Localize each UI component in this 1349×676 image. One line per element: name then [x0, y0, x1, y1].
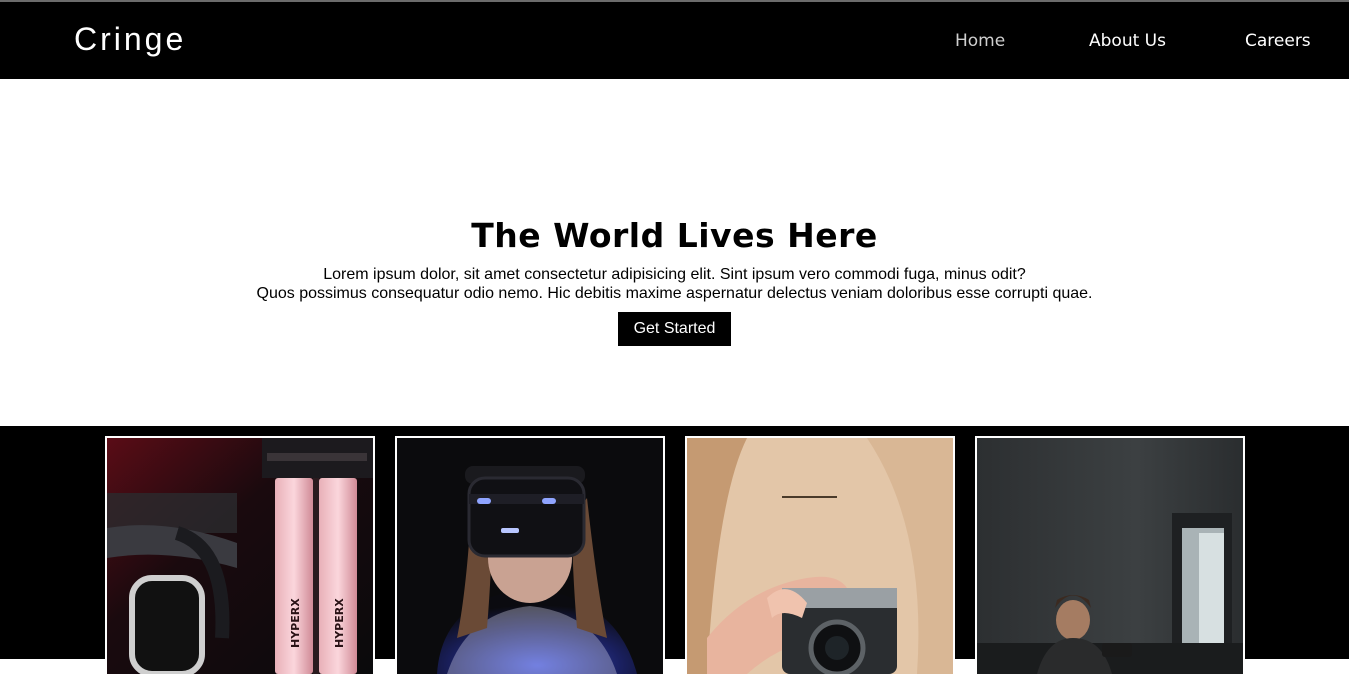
- navbar: Cringe Home About Us Careers: [0, 2, 1349, 79]
- hero-text-line-2: Quos possimus consequatur odio nemo. Hic…: [256, 285, 1093, 302]
- get-started-button[interactable]: Get Started: [618, 312, 731, 346]
- hero-section: The World Lives Here Lorem ipsum dolor, …: [0, 79, 1349, 426]
- gallery-card-vr-headset[interactable]: [395, 436, 665, 676]
- nav-link-home[interactable]: Home: [955, 31, 1005, 51]
- nav-link-careers[interactable]: Careers: [1245, 31, 1311, 51]
- hero-title: The World Lives Here: [471, 216, 878, 255]
- hero-text-line-1: Lorem ipsum dolor, sit amet consectetur …: [323, 266, 1026, 283]
- person-room-image: [977, 438, 1243, 674]
- ram-label-1: HYPERX: [289, 598, 302, 648]
- nav-link-about-us[interactable]: About Us: [1089, 31, 1166, 51]
- pc-hardware-image: HYPERX HYPERX: [107, 438, 373, 674]
- brand-logo[interactable]: Cringe: [74, 21, 186, 58]
- gallery-card-pc-hardware[interactable]: HYPERX HYPERX: [105, 436, 375, 676]
- camera-image: [687, 438, 953, 674]
- image-gallery: HYPERX HYPERX: [0, 426, 1349, 676]
- gallery-card-person-room[interactable]: [975, 436, 1245, 676]
- vr-headset-image: [397, 438, 663, 674]
- ram-label-2: HYPERX: [333, 598, 346, 648]
- gallery-card-camera[interactable]: [685, 436, 955, 676]
